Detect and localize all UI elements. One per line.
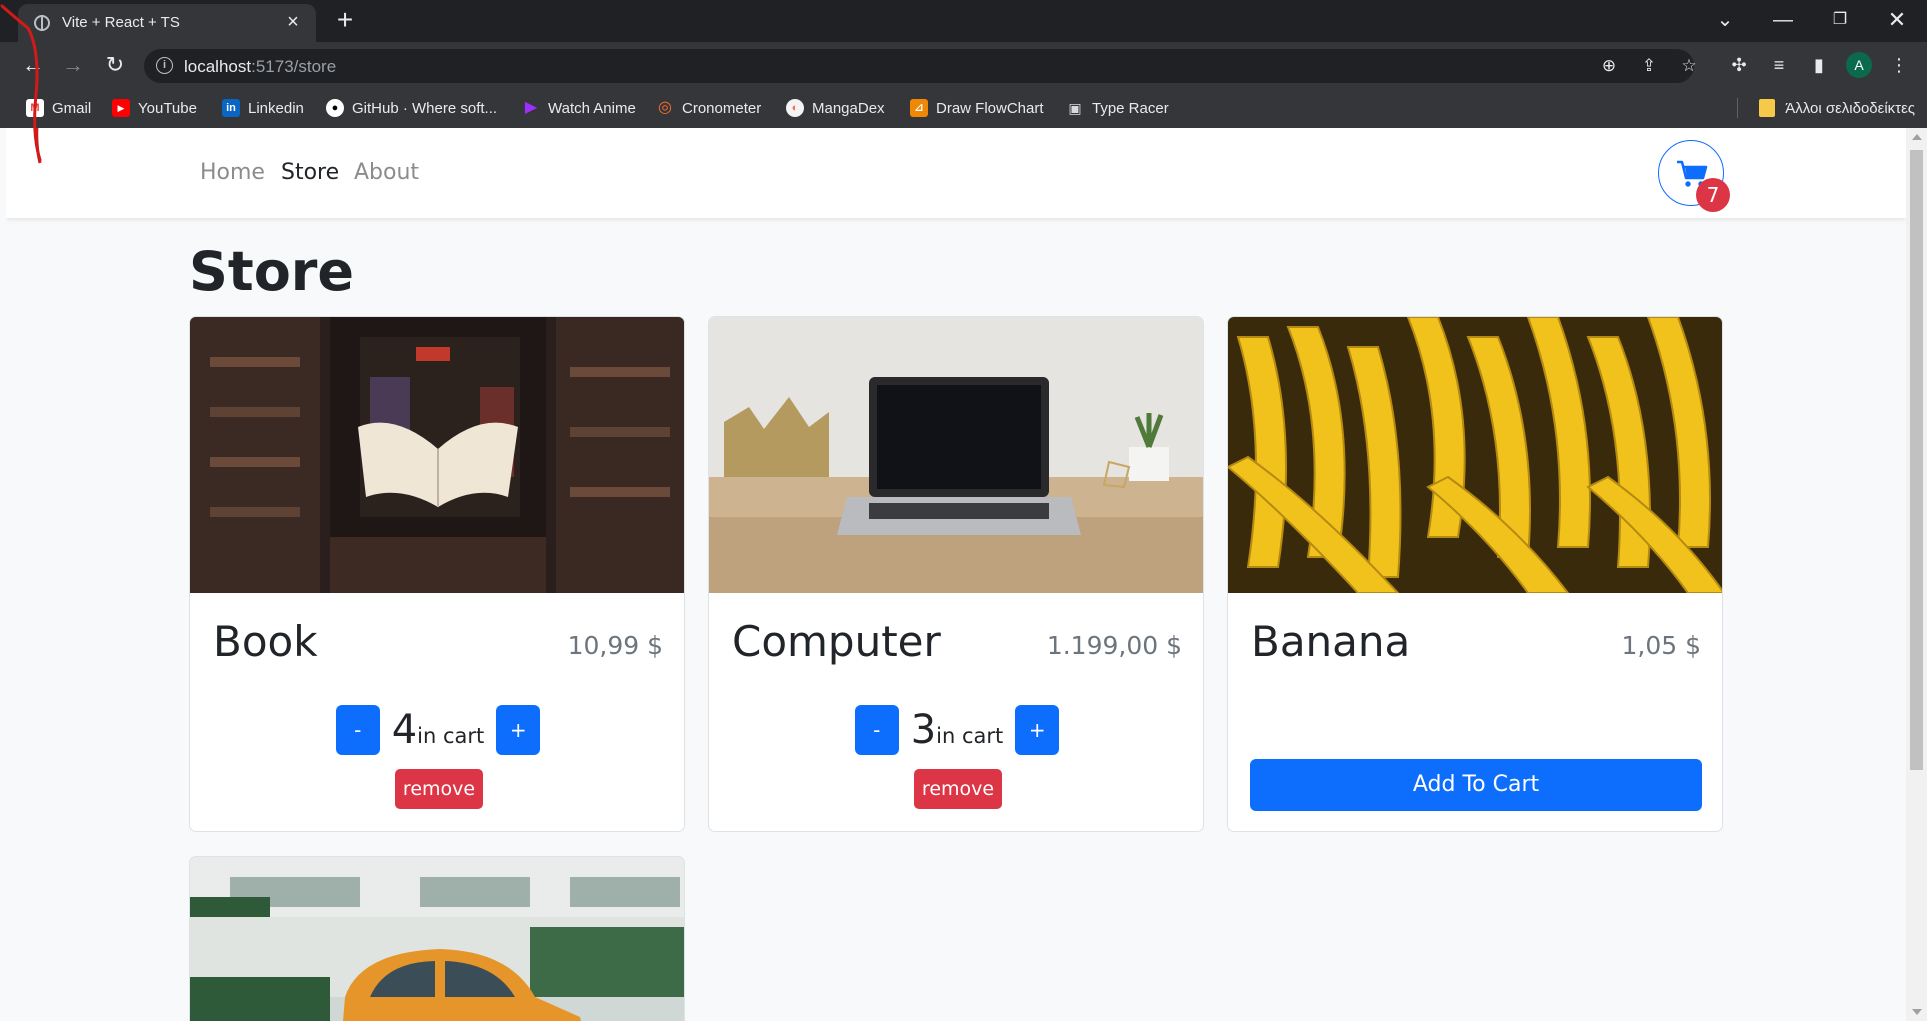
address-bar[interactable]: i localhost:5173/store ⊕ ⇪ ☆ xyxy=(144,49,1697,83)
navbar: Home Store About 7 xyxy=(6,128,1906,218)
cart-count-badge: 7 xyxy=(1696,178,1730,212)
tab-search-icon[interactable]: ⌄ xyxy=(1700,0,1750,40)
product-card-book: Book 10,99 $ - 4 in cart + remove xyxy=(189,316,685,832)
quantity-controls: - 3 in cart + xyxy=(709,704,1203,756)
cart-quantity: 3 in cart xyxy=(911,707,1004,753)
pen-annotation-stroke xyxy=(0,4,42,162)
cronometer-icon: ◎ xyxy=(658,99,672,116)
minimize-button[interactable]: — xyxy=(1758,0,1808,40)
drawio-icon: ⊿ xyxy=(910,99,928,117)
product-price: 1,05 $ xyxy=(1621,631,1701,660)
scroll-down-arrow[interactable] xyxy=(1912,1009,1922,1015)
close-tab-icon[interactable]: × xyxy=(282,11,304,33)
bookmark-youtube[interactable]: ▶ YouTube xyxy=(112,96,197,120)
other-bookmarks[interactable]: Άλλοι σελιδοδείκτες xyxy=(1759,96,1915,120)
product-price: 10,99 $ xyxy=(567,631,663,660)
browser-chrome: Vite + React + TS × + ⌄ — ❐ ✕ ← → ↻ i lo… xyxy=(0,0,1927,128)
zoom-icon[interactable]: ⊕ xyxy=(1598,55,1620,77)
bananas-image xyxy=(1228,317,1722,593)
bookmark-github[interactable]: ● GitHub · Where soft... xyxy=(326,96,497,120)
bookmark-cronometer[interactable]: ◎ Cronometer xyxy=(656,96,761,120)
share-icon[interactable]: ⇪ xyxy=(1638,55,1660,77)
yellow-car-image xyxy=(190,857,684,1021)
nav-link-about[interactable]: About xyxy=(354,160,419,185)
scroll-thumb[interactable] xyxy=(1910,150,1923,770)
scroll-up-arrow[interactable] xyxy=(1912,134,1922,140)
increase-quantity-button[interactable]: + xyxy=(496,705,541,755)
product-price: 1.199,00 $ xyxy=(1046,631,1182,660)
increase-quantity-button[interactable]: + xyxy=(1015,705,1060,755)
laptop-image xyxy=(709,317,1203,593)
tab-title: Vite + React + TS xyxy=(62,14,180,31)
add-to-cart-button[interactable]: Add To Cart xyxy=(1250,759,1702,811)
bookmark-linkedin[interactable]: in Linkedin xyxy=(222,96,304,120)
product-image-book xyxy=(190,317,684,593)
decrease-quantity-button[interactable]: - xyxy=(335,705,380,755)
bookmark-draw-flowchart[interactable]: ⊿ Draw FlowChart xyxy=(910,96,1044,120)
mangadex-icon: ◐ xyxy=(786,99,804,117)
menu-icon[interactable]: ⋮ xyxy=(1886,52,1912,78)
linkedin-icon: in xyxy=(222,99,240,117)
side-panel-icon[interactable]: ▮ xyxy=(1806,52,1832,78)
close-window-button[interactable]: ✕ xyxy=(1872,0,1922,40)
bookmarks-bar: M Gmail ▶ YouTube in Linkedin ● GitHub ·… xyxy=(0,88,1927,128)
page-scrollbar[interactable] xyxy=(1906,128,1927,1021)
cart-quantity: 4 in cart xyxy=(392,707,485,753)
new-tab-button[interactable]: + xyxy=(331,6,359,35)
library-book-image xyxy=(190,317,684,593)
page-viewport: Home Store About 7 Store Book 10,99 $ - … xyxy=(6,128,1906,1021)
product-card-computer: Computer 1.199,00 $ - 3 in cart + remove xyxy=(708,316,1204,832)
forward-button[interactable]: → xyxy=(58,50,88,80)
product-name: Banana xyxy=(1251,617,1411,666)
nav-link-home[interactable]: Home xyxy=(200,160,265,185)
product-image-car xyxy=(190,857,684,1021)
product-card-car xyxy=(189,856,685,1021)
product-card-banana: Banana 1,05 $ Add To Cart xyxy=(1227,316,1723,832)
profile-avatar[interactable]: A xyxy=(1846,52,1872,78)
product-image-computer xyxy=(709,317,1203,593)
product-image-banana xyxy=(1228,317,1722,593)
quantity-controls: - 4 in cart + xyxy=(190,704,684,756)
github-icon: ● xyxy=(326,99,344,117)
product-name: Computer xyxy=(732,617,941,666)
in-cart-label: in cart xyxy=(936,724,1004,748)
url-text: localhost:5173/store xyxy=(184,57,337,76)
in-cart-label: in cart xyxy=(417,724,485,748)
youtube-icon: ▶ xyxy=(112,99,130,117)
remove-button[interactable]: remove xyxy=(395,769,483,809)
nav-link-store[interactable]: Store xyxy=(281,160,339,185)
browser-tab[interactable]: Vite + React + TS × xyxy=(18,4,316,42)
remove-button[interactable]: remove xyxy=(914,769,1002,809)
media-controls-icon[interactable]: ≡ xyxy=(1766,52,1792,78)
reload-button[interactable]: ↻ xyxy=(100,50,130,80)
tab-strip: Vite + React + TS × + ⌄ — ❐ ✕ xyxy=(0,0,1927,42)
quantity-value: 4 xyxy=(391,707,418,753)
browser-toolbar: ← → ↻ i localhost:5173/store ⊕ ⇪ ☆ ✣ ≡ ▮… xyxy=(0,42,1927,88)
bookmarks-divider xyxy=(1737,98,1738,118)
bookmark-mangadex[interactable]: ◐ MangaDex xyxy=(786,96,885,120)
bookmark-watch-anime[interactable]: ▶ Watch Anime xyxy=(522,96,636,120)
extensions-icon[interactable]: ✣ xyxy=(1726,52,1752,78)
play-icon: ▶ xyxy=(524,99,538,116)
restore-button[interactable]: ❐ xyxy=(1815,0,1865,40)
decrease-quantity-button[interactable]: - xyxy=(854,705,899,755)
bookmark-type-racer[interactable]: ▣ Type Racer xyxy=(1066,96,1168,120)
site-info-icon[interactable]: i xyxy=(156,57,173,74)
bookmark-star-icon[interactable]: ☆ xyxy=(1678,55,1700,77)
quantity-value: 3 xyxy=(910,707,937,753)
typeracer-icon: ▣ xyxy=(1068,100,1082,116)
page-title: Store xyxy=(189,240,355,303)
product-name: Book xyxy=(213,617,318,666)
folder-icon xyxy=(1759,99,1776,117)
